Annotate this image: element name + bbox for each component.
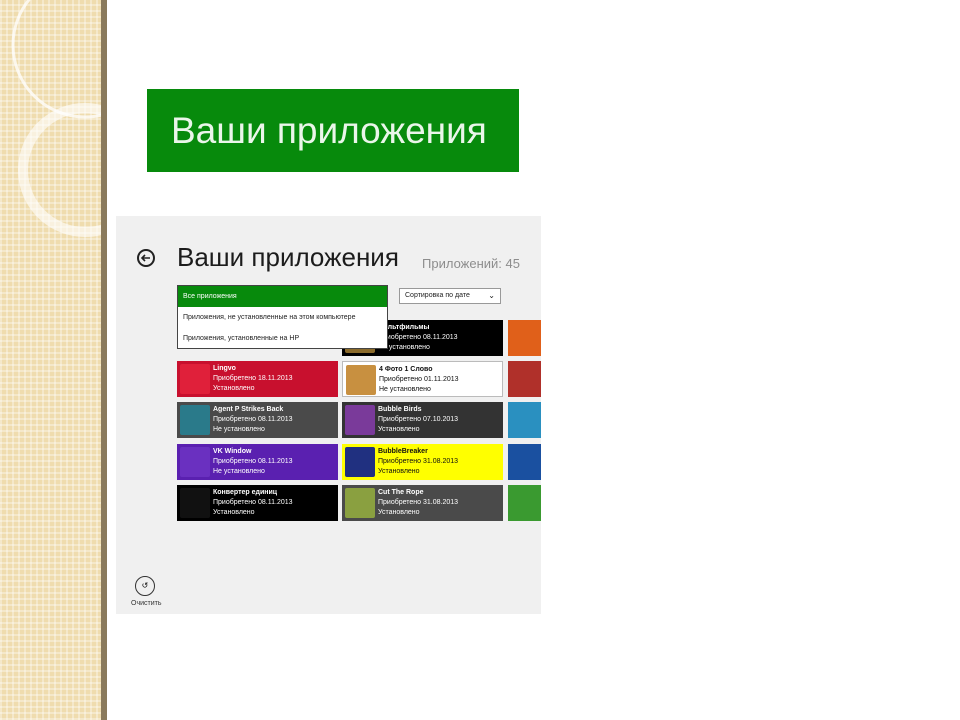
filter-option-installed-hp[interactable]: Приложения, установленные на HP [178,328,387,349]
filter-option-all[interactable]: Все приложения [178,286,387,307]
app-name: Lingvo [213,365,236,372]
app-name: Cut The Rope [378,489,424,496]
app-icon [180,405,210,435]
app-name: Agent P Strikes Back [213,406,284,413]
app-tile[interactable]: BubbleBreaker Приобретено 31.08.2013 Устан… [342,444,503,480]
app-tile-partial[interactable] [508,444,541,480]
app-status: Не установлено [213,426,265,433]
app-status: Не установлено [379,386,431,393]
app-icon [345,447,375,477]
back-arrow-icon[interactable] [137,249,155,267]
app-tile[interactable]: Конвертер единиц Приобретено 08.11.2013 Ус… [177,485,338,521]
sort-label: Сортировка по дате [405,292,470,299]
app-date: Приобретено 08.11.2013 [213,416,293,423]
app-tile-partial[interactable] [508,485,541,521]
app-icon [180,364,210,394]
app-tile[interactable]: Bubble Birds Приобретено 07.10.2013 Устано… [342,402,503,438]
app-name: 4 Фото 1 Слово [379,366,433,373]
app-icon [180,447,210,477]
store-screenshot: Ваши приложения Приложений: 45 Все прило… [116,216,541,614]
app-tile[interactable]: VK Window Приобретено 08.11.2013 Не устано… [177,444,338,480]
chevron-down-icon: ⌄ [488,291,495,300]
app-date: Приобретено 07.10.2013 [378,416,459,423]
app-name: VK Window [213,448,252,455]
app-status: Не установлено [378,344,430,351]
app-icon [180,488,210,518]
app-date: Приобретено 08.11.2013 [213,499,293,506]
app-status: Не установлено [213,468,265,475]
app-name: BubbleBreaker [378,448,428,455]
app-date: Приобретено 31.08.2013 [378,458,459,465]
app-count: Приложений: 45 [422,256,520,271]
app-status: Установлено [378,426,420,433]
app-status: Установлено [213,509,255,516]
app-tile[interactable]: Cut The Rope Приобретено 31.08.2013 Устано… [342,485,503,521]
app-tile-partial[interactable] [508,402,541,438]
app-tile[interactable]: 4 Фото 1 Слово Приобретено 01.11.2013 Не у… [342,361,503,397]
app-status: Установлено [378,468,420,475]
slide-title: Ваши приложения [147,89,519,172]
clear-button-icon[interactable]: ↺ [135,576,155,596]
app-name: Конвертер единиц [213,489,278,496]
decorative-rings [11,0,101,237]
app-tile-partial[interactable] [508,320,541,356]
app-date: Приобретено 18.11.2013 [213,375,293,382]
filter-dropdown[interactable]: Все приложения Приложения, не установлен… [177,285,388,349]
app-status: Установлено [378,509,420,516]
app-icon [346,365,376,395]
app-status: Установлено [213,385,255,392]
app-date: Приобретено 08.11.2013 [213,458,293,465]
app-tile-partial[interactable] [508,361,541,397]
app-tile[interactable]: Lingvo Приобретено 18.11.2013 Установлено [177,361,338,397]
filter-option-not-installed[interactable]: Приложения, не установленные на этом ком… [178,307,387,328]
app-date: Приобретено 08.11.2013 [378,334,458,341]
app-icon [345,488,375,518]
app-tile[interactable]: Agent P Strikes Back Приобретено 08.11.20… [177,402,338,438]
app-name: Мультфильмы [378,324,430,331]
app-date: Приобретено 31.08.2013 [378,499,459,506]
app-name: Bubble Birds [378,406,422,413]
app-date: Приобретено 01.11.2013 [379,376,459,383]
decorative-border [101,0,107,720]
sort-select[interactable]: Сортировка по дате ⌄ [399,288,501,304]
app-icon [345,405,375,435]
clear-label: Очистить [131,600,162,607]
page-title: Ваши приложения [177,242,399,272]
